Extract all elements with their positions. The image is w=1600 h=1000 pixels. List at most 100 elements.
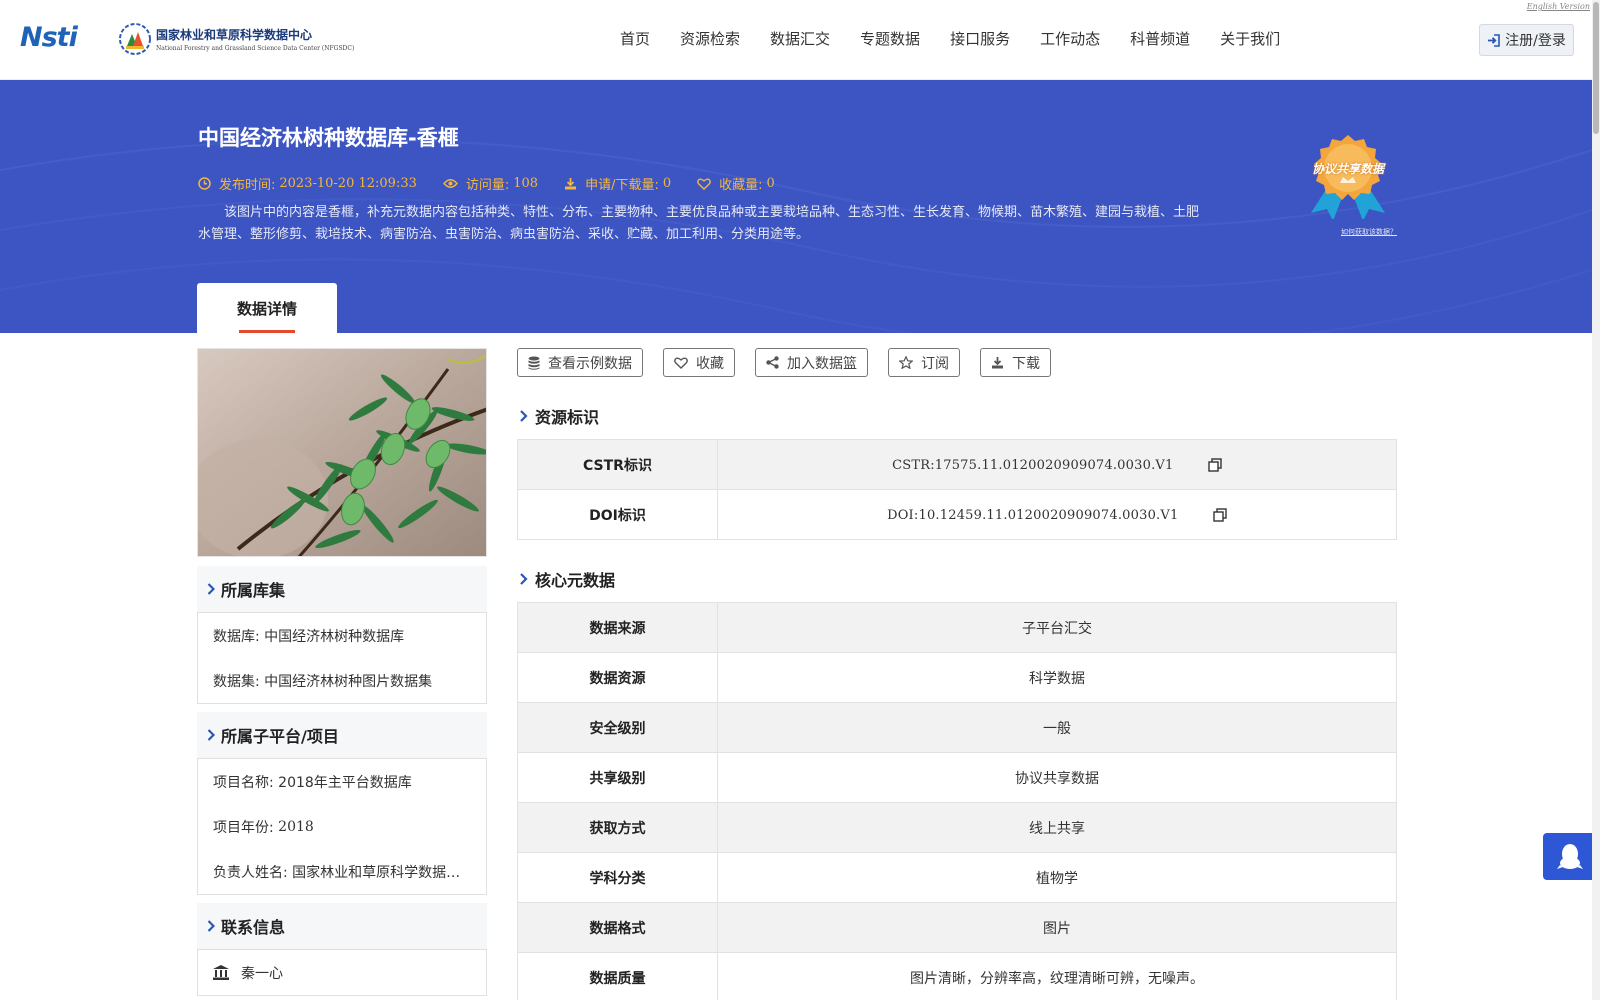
page-scrollbar[interactable]: [1592, 0, 1600, 1000]
metadata-value: 图片清晰，分辨率高，纹理清晰可辨，无噪声。: [717, 952, 1397, 1000]
doi-key: DOI标识: [517, 489, 718, 540]
nav-api-service[interactable]: 接口服务: [950, 28, 1010, 49]
main-content: 查看示例数据 收藏 加入数据篮 订阅 下载 资源标识 CSTR标识 CSTR:1…: [517, 348, 1397, 1000]
core-metadata-section-title: 核心元数据: [535, 571, 616, 590]
metadata-value: 图片: [717, 902, 1397, 953]
project-section-header: 所属子平台/项目: [197, 712, 487, 758]
share-icon: [766, 356, 779, 369]
add-to-basket-button[interactable]: 加入数据篮: [755, 348, 868, 377]
nav-data-submission[interactable]: 数据汇交: [770, 28, 830, 49]
dataset-meta: 发布时间: 2023-10-20 12:09:33 访问量: 108 申请/下载…: [198, 174, 801, 193]
scrollbar-thumb[interactable]: [1593, 2, 1599, 134]
project-year-label: 项目年份:: [213, 819, 274, 836]
chevron-right-icon: [207, 583, 215, 595]
favorite-count-label: 收藏量:: [719, 178, 763, 193]
table-row: 数据质量 图片清晰，分辨率高，纹理清晰可辨，无噪声。: [517, 952, 1397, 1000]
download-count-value: 0: [662, 176, 672, 191]
table-row: 数据格式 图片: [517, 902, 1397, 953]
chevron-right-icon: [207, 729, 215, 741]
nsti-logo-text: Nsti: [20, 22, 78, 53]
favorite-button[interactable]: 收藏: [663, 348, 735, 377]
main-nav: 首页 资源检索 数据汇交 专题数据 接口服务 工作动态 科普频道 关于我们: [620, 28, 1310, 49]
database-value[interactable]: 中国经济林树种数据库: [264, 626, 404, 646]
subscribe-label: 订阅: [921, 355, 949, 372]
table-row: 安全级别 一般: [517, 702, 1397, 753]
doi-value: DOI:10.12459.11.0120020909074.0030.V1: [887, 507, 1179, 523]
eye-icon: [442, 179, 458, 188]
nav-news[interactable]: 工作动态: [1040, 28, 1100, 49]
download-button[interactable]: 下载: [980, 348, 1051, 377]
contact-section-header: 联系信息: [197, 903, 487, 949]
doi-cell: DOI:10.12459.11.0120020909074.0030.V1: [717, 489, 1397, 540]
project-name-value: 2018年主平台数据库: [278, 774, 412, 791]
dataset-label: 数据集:: [213, 673, 260, 690]
collection-section-title: 所属库集: [221, 581, 286, 600]
how-to-get-data-link[interactable]: 如何获取该数据？: [1341, 227, 1397, 237]
nav-home[interactable]: 首页: [620, 28, 650, 49]
action-toolbar: 查看示例数据 收藏 加入数据篮 订阅 下载: [517, 348, 1397, 377]
english-version-link[interactable]: English Version: [1527, 2, 1590, 11]
org-logo[interactable]: 国家林业和草原科学数据中心 National Forestry and Gras…: [118, 22, 354, 56]
nav-resource-search[interactable]: 资源检索: [680, 28, 740, 49]
contact-name: 秦一心: [241, 965, 283, 982]
project-info: 项目名称: 2018年主平台数据库 项目年份: 2018 负责人姓名: 国家林业…: [197, 758, 487, 895]
tab-data-details[interactable]: 数据详情: [197, 283, 337, 333]
nav-about[interactable]: 关于我们: [1220, 28, 1280, 49]
download-count: 申请/下载量: 0: [564, 174, 671, 193]
dataset-value[interactable]: 中国经济林树种图片数据集: [264, 671, 432, 691]
core-metadata-table: 数据来源 子平台汇交 数据资源 科学数据 安全级别 一般 共享级别 协议共享数据…: [517, 602, 1397, 1000]
clock-icon: [198, 177, 211, 190]
heart-icon: [674, 357, 688, 369]
chevron-right-icon: [520, 573, 528, 585]
badge-label: 协议共享数据: [1311, 162, 1384, 176]
identity-section-title: 资源标识: [535, 408, 600, 427]
metadata-key: 学科分类: [517, 852, 718, 903]
login-button[interactable]: 注册/登录: [1479, 24, 1574, 56]
dataset-thumbnail: [197, 348, 487, 557]
chevron-right-icon: [207, 920, 215, 932]
metadata-key: 数据资源: [517, 652, 718, 703]
tab-active-indicator: [239, 330, 295, 333]
table-row: CSTR标识 CSTR:17575.11.0120020909074.0030.…: [517, 439, 1397, 490]
download-label: 下载: [1012, 355, 1040, 372]
add-to-basket-label: 加入数据篮: [787, 355, 857, 372]
nav-thematic-data[interactable]: 专题数据: [860, 28, 920, 49]
metadata-value: 线上共享: [717, 802, 1397, 853]
metadata-key: 数据质量: [517, 952, 718, 1000]
project-year-value: 2018: [278, 818, 314, 835]
view-count-label: 访问量:: [465, 178, 510, 193]
sign-in-icon: [1488, 33, 1500, 47]
metadata-key: 数据格式: [517, 902, 718, 953]
view-count: 访问量: 108: [442, 174, 539, 193]
download-count-label: 申请/下载量:: [585, 178, 659, 193]
favorite-count: 收藏量: 0: [697, 174, 775, 193]
metadata-value: 科学数据: [717, 652, 1397, 703]
star-icon: [899, 356, 913, 369]
nav-popular-science[interactable]: 科普频道: [1130, 28, 1190, 49]
metadata-value: 植物学: [717, 852, 1397, 903]
login-label: 注册/登录: [1505, 33, 1566, 49]
metadata-value: 子平台汇交: [717, 602, 1397, 653]
copy-icon[interactable]: [1213, 507, 1227, 522]
torreya-fruit-image: [198, 349, 486, 556]
qq-penguin-icon: [1556, 843, 1583, 869]
cstr-key: CSTR标识: [517, 439, 718, 490]
table-row: 数据来源 子平台汇交: [517, 602, 1397, 653]
contact-info: 秦一心: [197, 949, 487, 996]
nsti-logo[interactable]: Nsti: [20, 22, 98, 56]
copy-icon[interactable]: [1208, 457, 1222, 472]
subscribe-button[interactable]: 订阅: [888, 348, 960, 377]
project-owner-label: 负责人姓名:: [213, 864, 288, 881]
view-sample-data-label: 查看示例数据: [548, 355, 632, 372]
project-section-title: 所属子平台/项目: [221, 727, 339, 746]
org-name-en: National Forestry and Grassland Science …: [156, 45, 355, 52]
core-metadata-section-header: 核心元数据: [517, 564, 1397, 594]
download-icon: [992, 357, 1003, 369]
database-line: 数据库: 中国经济林树种数据库: [213, 613, 471, 658]
org-name-cn: 国家林业和草原科学数据中心: [156, 28, 313, 42]
view-count-value: 108: [513, 176, 539, 191]
view-sample-data-button[interactable]: 查看示例数据: [517, 348, 643, 377]
cstr-cell: CSTR:17575.11.0120020909074.0030.V1: [717, 439, 1397, 490]
institution-icon: [213, 965, 229, 980]
qq-chat-button[interactable]: [1543, 833, 1596, 880]
